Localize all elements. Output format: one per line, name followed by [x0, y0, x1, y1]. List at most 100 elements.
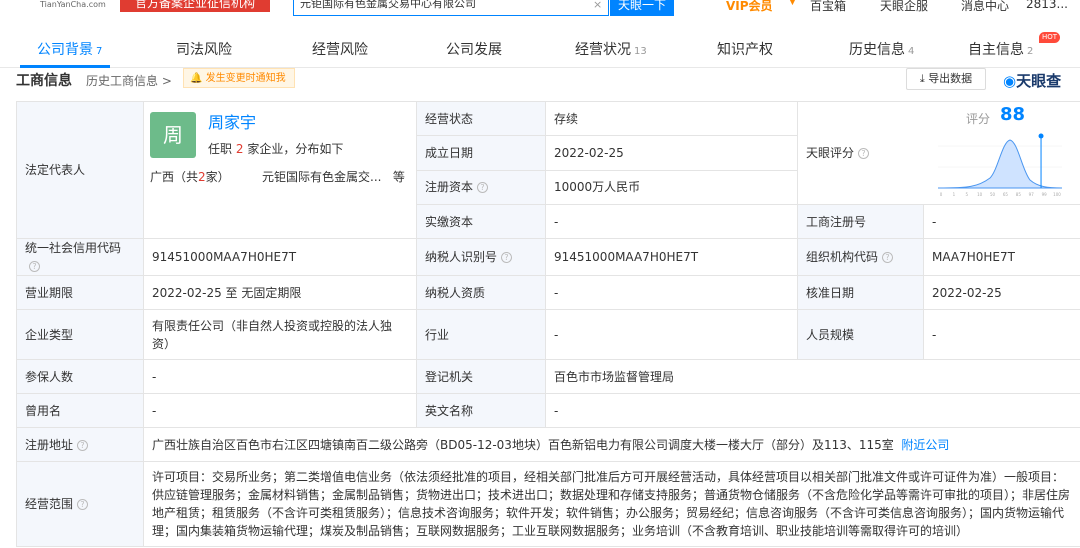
- taxid-label: 纳税人识别号?: [416, 238, 546, 276]
- score-axis-tick: 10: [977, 192, 983, 197]
- term-label: 营业期限: [16, 275, 144, 310]
- credit-code-label: 统一社会信用代码?: [16, 238, 144, 276]
- approve-date-value: 2022-02-25: [923, 275, 1080, 310]
- tab-development[interactable]: 公司发展: [446, 39, 502, 59]
- history-link[interactable]: 历史工商信息 >: [86, 72, 172, 89]
- scope-value: 许可项目：交易所业务；第二类增值电信业务（依法须经批准的项目，经相关部门批准后方…: [143, 461, 1080, 547]
- user-account-menu[interactable]: 2813...: [1026, 0, 1068, 11]
- paidin-value: -: [545, 204, 798, 239]
- staff-value: -: [923, 309, 1080, 360]
- capital-label: 注册资本?: [416, 169, 546, 206]
- tab-history[interactable]: 历史信息 4: [849, 39, 914, 59]
- tab-legal-risk[interactable]: 司法风险: [176, 39, 232, 59]
- industry-label: 行业: [416, 309, 546, 360]
- rating-value: 88: [1000, 104, 1026, 125]
- taxid-value: 91451000MAA7H0HE7T: [545, 238, 798, 276]
- tab-intellectual-property[interactable]: 知识产权: [717, 39, 773, 59]
- avatar[interactable]: 周: [150, 112, 196, 158]
- industry-value: -: [545, 309, 798, 360]
- message-center-link[interactable]: 消息中心: [961, 0, 1009, 14]
- scope-label: 经营范围?: [16, 461, 144, 547]
- score-axis-tick: 65: [1003, 192, 1009, 197]
- help-icon[interactable]: ?: [77, 439, 89, 451]
- legal-rep-name[interactable]: 周家宇: [208, 114, 256, 132]
- vip-menu[interactable]: VIP会员: [726, 0, 773, 14]
- hot-badge: HOT: [1039, 32, 1061, 43]
- search-input[interactable]: 元钜国际有色金属交易中心有限公司: [293, 0, 609, 16]
- english-name-value: -: [545, 393, 1080, 428]
- bell-icon: 🔔: [190, 73, 203, 84]
- score-marker-dot: [1038, 133, 1044, 139]
- authority-value: 百色市市场监督管理局: [545, 359, 1080, 394]
- help-icon[interactable]: ?: [882, 252, 894, 263]
- staff-label: 人员规模: [797, 309, 924, 360]
- paidin-label: 实缴资本: [416, 204, 546, 239]
- clear-icon[interactable]: ×: [593, 0, 602, 11]
- tab-self-info[interactable]: 自主信息 2: [968, 39, 1033, 59]
- chevron-down-icon[interactable]: ▼: [789, 0, 796, 7]
- tab-company-background[interactable]: 公司背景 7: [37, 39, 102, 59]
- score-axis-tick: 97: [1029, 192, 1035, 197]
- score-cell: 天眼评分? 评分 88 0 1 5 10 50 65 85 97 99 100: [797, 101, 1080, 205]
- score-axis-tick: 85: [1016, 192, 1022, 197]
- tax-qual-value: -: [545, 275, 798, 310]
- active-tab-indicator: [20, 65, 110, 68]
- regno-value: -: [923, 204, 1080, 239]
- score-distribution-chart: 0 1 5 10 50 65 85 97 99 100: [938, 133, 1062, 197]
- score-axis-tick: 100: [1053, 192, 1061, 197]
- former-name-value: -: [143, 393, 417, 428]
- top-bar: TianYanCha.com 官方备案企业征信机构 元钜国际有色金属交易中心有限…: [0, 0, 1080, 16]
- orgcode-value: MAA7H0HE7T: [923, 238, 1080, 276]
- legal-rep-company[interactable]: 元钜国际有色金属交... 等: [262, 168, 405, 186]
- enterprise-service-menu[interactable]: 天眼企服: [880, 0, 928, 14]
- company-type-label: 企业类型: [16, 309, 144, 360]
- score-label: 天眼评分?: [806, 144, 870, 162]
- insured-label: 参保人数: [16, 359, 144, 394]
- insured-value: -: [143, 359, 417, 394]
- tab-operating-risk[interactable]: 经营风险: [312, 39, 368, 59]
- status-label: 经营状态: [416, 100, 546, 137]
- help-icon[interactable]: ?: [477, 182, 489, 194]
- brand-logo: ◉天眼查: [1003, 72, 1062, 90]
- legal-rep-jobs: 任职 2 家企业，分布如下: [208, 142, 344, 156]
- nearby-companies-link[interactable]: 附近公司: [901, 438, 949, 452]
- business-info-table: 法定代表人 周 周家宇 任职 2 家企业，分布如下 广西（共2家） 元钜国际有色…: [16, 100, 1080, 547]
- founded-value: 2022-02-25: [545, 135, 798, 171]
- toolbox-menu[interactable]: 百宝箱: [810, 0, 846, 14]
- founded-label: 成立日期: [416, 135, 546, 171]
- orgcode-label: 组织机构代码?: [797, 238, 924, 276]
- authority-label: 登记机关: [416, 359, 546, 394]
- former-name-label: 曾用名: [16, 393, 144, 428]
- company-type-value: 有限责任公司（非自然人投资或控股的法人独资）: [143, 309, 417, 360]
- help-icon[interactable]: ?: [501, 252, 513, 263]
- score-axis-tick: 5: [966, 192, 969, 197]
- approve-date-label: 核准日期: [797, 275, 924, 310]
- export-button[interactable]: ⤓ 导出数据: [906, 68, 986, 90]
- english-name-label: 英文名称: [416, 393, 546, 428]
- capital-value: 10000万人民币: [545, 169, 798, 206]
- score-axis-ticks: 0 1 5 10 50 65 85 97 99 100: [940, 192, 1062, 197]
- address-value: 广西壮族自治区百色市右江区四塘镇南百二级公路旁（BD05-12-03地块）百色新…: [143, 427, 1080, 462]
- help-icon[interactable]: ?: [77, 499, 89, 510]
- credit-code-value: 91451000MAA7H0HE7T: [143, 238, 417, 276]
- change-notify-button[interactable]: 🔔 发生变更时通知我: [183, 68, 295, 88]
- tab-operating-status[interactable]: 经营状况 13: [575, 39, 647, 59]
- tax-qual-label: 纳税人资质: [416, 275, 546, 310]
- credit-agency-badge: 官方备案企业征信机构: [120, 0, 270, 12]
- term-value: 2022-02-25 至 无固定期限: [143, 275, 417, 310]
- site-logo[interactable]: TianYanCha.com: [40, 0, 106, 9]
- regno-label: 工商注册号: [797, 204, 924, 239]
- eye-icon: ◉: [1003, 72, 1017, 90]
- legal-rep-region[interactable]: 广西（共2家）: [150, 168, 230, 186]
- score-axis-tick: 1: [953, 192, 956, 197]
- score-axis-tick: 50: [990, 192, 996, 197]
- score-axis-tick: 0: [940, 192, 943, 197]
- legal-rep-label: 法定代表人: [16, 101, 144, 239]
- search-button[interactable]: 天眼一下: [610, 0, 674, 16]
- help-icon[interactable]: ?: [29, 261, 40, 272]
- download-icon: ⤓: [919, 72, 925, 85]
- category-tabs: 公司背景 7 司法风险 经营风险 公司发展 经营状况 13 知识产权 历史信息 4 自…: [0, 28, 1080, 68]
- score-axis-tick: 99: [1042, 192, 1048, 197]
- help-icon[interactable]: ?: [858, 148, 870, 159]
- rating-label: 评分: [966, 112, 991, 126]
